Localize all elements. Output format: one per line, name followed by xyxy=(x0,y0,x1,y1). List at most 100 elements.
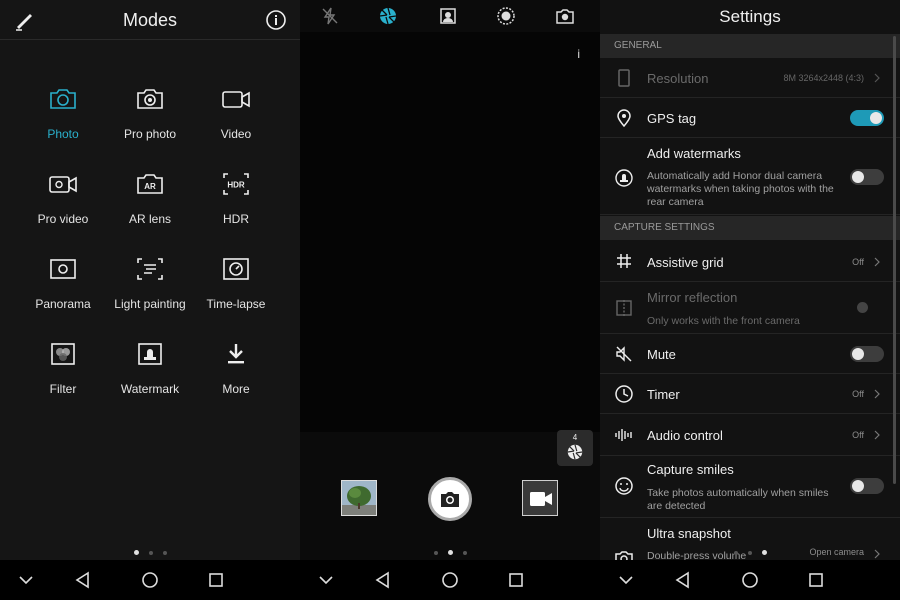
mode-panorama[interactable]: Panorama xyxy=(20,250,106,320)
watermark-icon xyxy=(615,169,633,187)
section-header-general: GENERAL xyxy=(600,34,900,58)
toggle-knob xyxy=(870,112,882,124)
modes-panel: Modes Photo Pro photo Video Pro video AR… xyxy=(0,0,300,600)
recents-icon[interactable] xyxy=(206,570,226,590)
settings-title: Settings xyxy=(719,7,781,26)
section-header-capture: CAPTURE SETTINGS xyxy=(600,216,900,240)
camera-icon xyxy=(441,492,459,507)
hdr-icon-text: HDR xyxy=(227,181,245,190)
mode-label: More xyxy=(222,382,250,396)
mode-label: Filter xyxy=(49,382,77,396)
mode-label: Watermark xyxy=(120,382,180,396)
setting-capture-smiles[interactable]: Capture smiles Take photos automatically… xyxy=(600,456,900,518)
setting-label: Mirror reflection xyxy=(647,290,738,305)
page-dot xyxy=(433,550,438,555)
setting-label: Assistive grid xyxy=(647,255,724,270)
mode-pro-video[interactable]: Pro video xyxy=(20,165,106,235)
page-dot xyxy=(761,550,767,556)
setting-gps-tag[interactable]: GPS tag xyxy=(600,98,900,138)
mode-pro-photo[interactable]: Pro photo xyxy=(107,80,193,150)
mode-label: Light painting xyxy=(114,297,186,311)
setting-add-watermarks[interactable]: Add watermarks Automatically add Honor d… xyxy=(600,138,900,215)
pro-camera-icon xyxy=(137,89,163,109)
settings-panel: Settings GENERAL Resolution 8M 3264x2448… xyxy=(600,0,900,600)
mute-toggle[interactable] xyxy=(850,346,884,362)
filter-icon xyxy=(51,343,75,365)
setting-value: Open camera xyxy=(809,547,864,557)
mode-more[interactable]: More xyxy=(193,335,279,405)
mode-ar-lens[interactable]: AR AR lens xyxy=(107,165,193,235)
setting-label: Add watermarks xyxy=(647,146,741,161)
settings-header: Settings xyxy=(600,0,900,34)
setting-description: Only works with the front camera xyxy=(647,315,800,327)
back-icon[interactable] xyxy=(673,570,693,590)
setting-assistive-grid[interactable]: Assistive grid Off xyxy=(600,240,900,282)
toggle-knob xyxy=(852,348,864,360)
chevron-right-icon xyxy=(874,257,880,267)
mode-label: Pro video xyxy=(37,212,89,226)
add-watermarks-toggle[interactable] xyxy=(850,169,884,185)
mode-watermark[interactable]: Watermark xyxy=(107,335,193,405)
home-icon[interactable] xyxy=(440,570,460,590)
mode-label: HDR xyxy=(223,212,249,226)
info-icon[interactable] xyxy=(264,8,288,32)
modes-title: Modes xyxy=(122,10,178,30)
setting-label: Resolution xyxy=(647,71,709,86)
back-icon[interactable] xyxy=(373,570,393,590)
recents-icon[interactable] xyxy=(506,570,526,590)
navigation-bar xyxy=(600,560,900,600)
home-icon[interactable] xyxy=(740,570,760,590)
home-icon[interactable] xyxy=(140,570,160,590)
recents-icon[interactable] xyxy=(806,570,826,590)
chevron-down-icon[interactable] xyxy=(316,570,336,590)
mirror-icon xyxy=(616,300,632,316)
mode-video[interactable]: Video xyxy=(193,80,279,150)
mode-photo[interactable]: Photo xyxy=(20,80,106,150)
flash-off-icon[interactable] xyxy=(320,6,340,26)
panorama-icon xyxy=(50,259,76,279)
mode-light-painting[interactable]: Light painting xyxy=(107,250,193,320)
toggle-knob xyxy=(852,171,864,183)
setting-audio-control[interactable]: Audio control Off xyxy=(600,414,900,456)
setting-timer[interactable]: Timer Off xyxy=(600,374,900,414)
viewfinder[interactable]: i xyxy=(300,32,600,432)
download-icon xyxy=(228,344,244,364)
chevron-right-icon xyxy=(874,549,880,559)
shutter-button[interactable] xyxy=(428,477,472,521)
switch-camera-icon[interactable] xyxy=(555,6,575,26)
aperture-icon xyxy=(567,444,583,460)
gallery-thumbnail[interactable] xyxy=(341,480,377,516)
setting-label: Capture smiles xyxy=(647,462,734,477)
scrollbar[interactable] xyxy=(893,36,896,484)
burst-count: 4 xyxy=(572,433,578,442)
capture-smiles-toggle[interactable] xyxy=(850,478,884,494)
setting-value: Off xyxy=(852,389,864,399)
back-icon[interactable] xyxy=(73,570,93,590)
aperture-icon[interactable] xyxy=(378,6,398,26)
camera-panel: i 4 xyxy=(300,0,600,600)
page-dot xyxy=(133,550,139,556)
portrait-icon[interactable] xyxy=(438,6,458,26)
moving-picture-icon[interactable] xyxy=(496,6,516,26)
page-dot xyxy=(148,550,153,555)
page-dot xyxy=(747,550,752,555)
gps-tag-toggle[interactable] xyxy=(850,110,884,126)
mute-icon xyxy=(616,346,632,362)
setting-description: Automatically add Honor dual camera wate… xyxy=(647,170,834,208)
setting-label: Mute xyxy=(647,347,676,362)
burst-button[interactable]: 4 xyxy=(557,430,593,466)
setting-value: Off xyxy=(852,257,864,267)
tree-photo-thumbnail xyxy=(342,481,376,515)
chevron-down-icon[interactable] xyxy=(16,570,36,590)
setting-resolution[interactable]: Resolution 8M 3264x2448 (4:3) xyxy=(600,58,900,98)
ar-lens-icon: AR xyxy=(137,174,163,194)
mode-filter[interactable]: Filter xyxy=(20,335,106,405)
setting-mute[interactable]: Mute xyxy=(600,334,900,374)
mode-time-lapse[interactable]: Time-lapse xyxy=(193,250,279,320)
mode-hdr[interactable]: HDR HDR xyxy=(193,165,279,235)
chevron-down-icon[interactable] xyxy=(616,570,636,590)
setting-mirror-reflection[interactable]: Mirror reflection Only works with the fr… xyxy=(600,282,900,334)
record-video-button[interactable] xyxy=(522,480,558,516)
mirror-toggle-disabled xyxy=(857,302,868,313)
info-button[interactable]: i xyxy=(577,47,580,61)
